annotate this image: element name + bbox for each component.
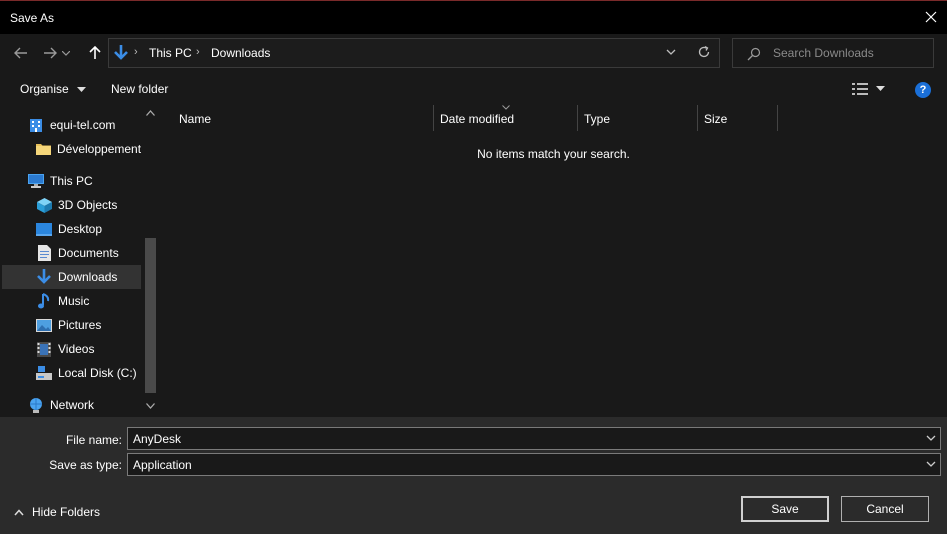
save-button[interactable]: Save — [741, 496, 829, 522]
forward-arrow-icon — [44, 47, 57, 59]
scroll-thumb[interactable] — [145, 238, 156, 393]
forward-button[interactable] — [40, 43, 60, 63]
save-as-type-value: Application — [133, 458, 192, 472]
help-icon[interactable]: ? — [915, 82, 931, 98]
nav-item-desktop[interactable]: Desktop — [2, 217, 141, 241]
cube-icon — [36, 197, 52, 213]
column-header-name[interactable]: Name — [179, 105, 211, 131]
column-divider[interactable] — [697, 105, 698, 131]
column-divider[interactable] — [777, 105, 778, 131]
organise-label: Organise — [20, 82, 69, 96]
window-title: Save As — [10, 11, 55, 25]
navigation-pane: equi-tel.com Développement This PC 3D Ob… — [0, 105, 160, 417]
hide-folders-label: Hide Folders — [32, 505, 101, 519]
back-button[interactable] — [11, 43, 31, 63]
breadcrumb-downloads[interactable]: Downloads — [210, 46, 271, 60]
file-name-value[interactable]: AnyDesk — [133, 432, 181, 446]
recent-locations-button[interactable] — [60, 43, 72, 63]
search-placeholder: Search Downloads — [773, 46, 874, 60]
nav-item-3d-objects[interactable]: 3D Objects — [2, 193, 141, 217]
nav-item-network[interactable]: Network — [2, 393, 141, 417]
document-icon — [36, 245, 52, 261]
chevron-up-icon — [14, 508, 24, 515]
up-button[interactable] — [85, 43, 105, 63]
building-icon — [28, 117, 44, 133]
navigation-bar: › This PC › Downloads Search Downloads — [0, 34, 947, 72]
up-arrow-icon — [89, 46, 101, 59]
address-bar[interactable]: › This PC › Downloads — [108, 38, 720, 68]
breadcrumb-this-pc[interactable]: This PC — [148, 46, 193, 60]
search-box[interactable]: Search Downloads — [732, 38, 934, 68]
nav-item-label: Videos — [58, 342, 95, 356]
empty-results-message: No items match your search. — [477, 147, 630, 161]
film-icon — [36, 341, 52, 357]
hide-folders-button[interactable]: Hide Folders — [14, 505, 100, 519]
back-arrow-icon — [14, 47, 27, 59]
breadcrumb-separator-icon: › — [134, 46, 138, 58]
drive-icon — [36, 365, 52, 381]
nav-item-label: Downloads — [58, 270, 118, 284]
nav-item-label: Desktop — [58, 222, 103, 236]
refresh-icon[interactable] — [697, 45, 711, 59]
nav-item-music[interactable]: Music — [2, 289, 141, 313]
nav-item-documents[interactable]: Documents — [2, 241, 141, 265]
column-header-date-modified[interactable]: Date modified — [440, 105, 514, 131]
new-folder-button[interactable]: New folder — [111, 82, 168, 96]
nav-scrollbar[interactable] — [143, 105, 158, 417]
chevron-down-icon[interactable] — [876, 86, 885, 91]
music-note-icon — [36, 293, 52, 309]
command-bar: Organise New folder ? — [0, 72, 947, 105]
address-dropdown-icon[interactable] — [666, 47, 676, 57]
search-icon — [747, 47, 761, 61]
save-as-type-label: Save as type: — [49, 458, 122, 472]
download-arrow-icon — [114, 45, 128, 60]
title-bar: Save As — [0, 1, 947, 34]
nav-item-label: equi-tel.com — [50, 118, 116, 132]
nav-item-downloads[interactable]: Downloads — [2, 265, 141, 289]
column-header-size[interactable]: Size — [704, 105, 727, 131]
chevron-down-icon[interactable] — [926, 433, 936, 443]
organise-button[interactable]: Organise — [20, 82, 87, 96]
nav-item-label: 3D Objects — [58, 198, 118, 212]
nav-item-label: Pictures — [58, 318, 102, 332]
column-divider[interactable] — [577, 105, 578, 131]
desktop-icon — [36, 221, 52, 237]
cancel-button[interactable]: Cancel — [841, 496, 929, 522]
network-icon — [28, 397, 44, 413]
nav-item-label: Network — [50, 398, 95, 412]
folder-icon — [36, 141, 51, 157]
file-list[interactable]: Name Date modified Type Size No items ma… — [160, 105, 947, 417]
save-form: File name: AnyDesk Save as type: Applica… — [0, 417, 947, 534]
download-arrow-icon — [36, 269, 52, 285]
chevron-down-icon — [62, 50, 70, 56]
nav-item-pictures[interactable]: Pictures — [2, 313, 141, 337]
view-options-icon[interactable] — [852, 83, 868, 95]
file-name-label: File name: — [65, 433, 122, 447]
nav-item-local-disk[interactable]: Local Disk (C:) — [2, 361, 141, 385]
scroll-up-icon[interactable] — [146, 110, 155, 116]
save-as-type-select[interactable]: Application — [127, 453, 941, 476]
close-icon — [925, 11, 937, 23]
nav-item-developpement[interactable]: Développement — [2, 137, 141, 161]
nav-item-label: Documents — [58, 246, 119, 260]
nav-item-label: This PC — [50, 174, 93, 188]
file-name-field[interactable]: AnyDesk — [127, 427, 941, 450]
nav-item-this-pc[interactable]: This PC — [2, 169, 141, 193]
save-as-dialog: Save As › This PC › Downloads Search Dow… — [0, 0, 947, 534]
column-header-type[interactable]: Type — [584, 105, 610, 131]
nav-item-label: Music — [58, 294, 90, 308]
nav-item-videos[interactable]: Videos — [2, 337, 141, 361]
nav-item-label: Local Disk (C:) — [58, 366, 137, 380]
chevron-down-icon — [77, 87, 87, 93]
column-divider[interactable] — [433, 105, 434, 131]
chevron-down-icon[interactable] — [926, 459, 936, 469]
close-button[interactable] — [915, 1, 947, 33]
computer-icon — [28, 173, 44, 189]
picture-icon — [36, 317, 52, 333]
breadcrumb-separator-icon[interactable]: › — [196, 46, 200, 58]
nav-item-label: Développement — [57, 142, 142, 156]
nav-item-equi-tel[interactable]: equi-tel.com — [2, 113, 141, 137]
scroll-down-icon[interactable] — [146, 403, 155, 409]
